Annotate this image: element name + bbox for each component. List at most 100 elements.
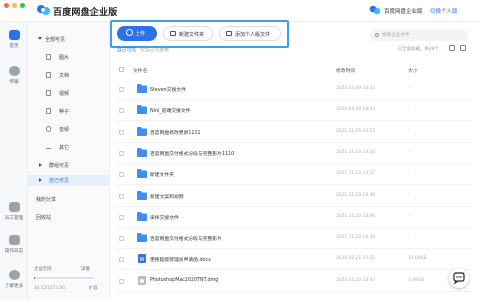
switch-personal-link[interactable]: 切换个人版 [430, 7, 458, 15]
quota-detail-link[interactable]: 详情 [81, 266, 90, 272]
upload-button[interactable]: 上传 [117, 26, 157, 41]
table-row[interactable]: 采样交接文件 2021.11.20 16:46 - [117, 207, 472, 228]
maximize-window-button[interactable] [20, 3, 25, 8]
row-checkbox[interactable] [119, 257, 124, 263]
table-row[interactable]: 百度网盘交付格式分段与完整影片 2021.11.20 16:46 - [117, 228, 472, 250]
left-rail: 首页 传输 员工管理 操作日志 了解更多 [0, 22, 28, 300]
chevron-right-icon [39, 178, 42, 182]
upload-icon [126, 29, 133, 36]
image-icon [46, 54, 51, 60]
row-checkbox[interactable] [119, 278, 124, 284]
file-modified-date: 2021.11.20 16:46 [336, 235, 376, 241]
table-row[interactable]: 新建文案和视频 2021.11.20 16:46 - [117, 186, 472, 207]
file-name[interactable]: 采样交接文件 [150, 214, 179, 221]
sidebar-item-other[interactable]: 其它 [28, 142, 110, 153]
rail-item-home[interactable]: 首页 [0, 30, 28, 49]
new-folder-button[interactable]: 新建文件夹 [163, 26, 213, 41]
folder-icon [137, 126, 147, 136]
table-row[interactable]: Steven交接文件 2020.03.09 16:33 - [117, 79, 472, 100]
table-row[interactable]: PhotoshopMac2020TNT.dmg 2020.01.20 16:47 1… [117, 271, 472, 292]
row-checkbox[interactable] [119, 87, 124, 92]
title-bar: 百度网盘企业版 百度网盘企业版 切换个人版 [0, 0, 480, 22]
sidebar-item-torrents[interactable]: 种子 [28, 106, 110, 117]
expand-capacity-link[interactable]: 扩容 [89, 285, 97, 291]
file-name[interactable]: 百度网盘交付格式分段与完整影片 [150, 235, 222, 242]
row-checkbox[interactable] [119, 129, 124, 135]
row-checkbox[interactable] [119, 214, 124, 220]
file-size: 1.99GB [408, 277, 425, 283]
org-logo-icon [369, 5, 381, 15]
table-row[interactable]: 新建文件夹 2021.11.10 14:57 - [117, 164, 472, 186]
quota-progress-fill [34, 277, 36, 279]
breadcrumb-note: 仅自己可查看 [140, 48, 169, 53]
file-name[interactable]: 百度网盘修改更新1111 [150, 129, 201, 136]
sidebar-item-recycle[interactable]: 回收站 [28, 212, 110, 223]
transfer-icon [8, 66, 20, 76]
sort-icon[interactable] [449, 45, 455, 51]
word-document-icon: W [138, 254, 146, 264]
sidebar-item-audio[interactable]: 音频 [28, 124, 110, 135]
file-size: - [408, 107, 410, 113]
sidebar-item-label: 视频 [59, 91, 70, 97]
sidebar-item-label: 我的分享 [36, 197, 57, 203]
log-icon [8, 235, 20, 245]
torrent-icon [46, 108, 51, 114]
file-modified-date: 2021.11.20 16:46 [336, 192, 376, 198]
file-name[interactable]: PhotoshopMac2020TNT.dmg [150, 278, 218, 283]
folder-icon [137, 147, 147, 157]
sidebar-item-self[interactable]: 自己可见 [28, 175, 110, 186]
row-checkbox[interactable] [119, 172, 124, 178]
column-header-name[interactable]: 文件名 [133, 67, 147, 74]
sidebar-item-videos[interactable]: 视频 [28, 88, 110, 99]
sidebar-item-images[interactable]: 图片 [28, 52, 110, 63]
rail-item-staff[interactable]: 员工管理 [0, 202, 28, 221]
loaded-count: 已全部加载，共29个 [398, 47, 439, 52]
file-modified-date: 2020.01.20 16:47 [336, 277, 376, 283]
file-name[interactable]: Nini_前端交接文件 [150, 107, 190, 114]
table-row[interactable]: W 更换超级管理员申请函.docx 2020.02.21 15:52 12.64KB [117, 249, 472, 271]
search-box[interactable] [370, 30, 468, 41]
table-row[interactable]: 百度网盘交付格式分段与完整影片1110 2021.11.10 14:56 - [117, 143, 472, 164]
column-header-size[interactable]: 大小 [408, 67, 418, 74]
grid-view-icon[interactable] [460, 45, 466, 51]
file-modified-date: 2020.03.09 16:33 [336, 86, 376, 91]
file-size: - [408, 86, 410, 91]
sidebar-item-share[interactable]: 我的分享 [28, 194, 110, 205]
table-row[interactable]: 百度网盘修改更新1111 2021.11.05 10:53 - [117, 122, 472, 143]
file-name[interactable]: Steven交接文件 [150, 86, 186, 93]
row-checkbox[interactable] [119, 150, 124, 156]
rail-item-log[interactable]: 操作日志 [0, 235, 28, 254]
sidebar-item-label: 图片 [59, 55, 70, 61]
breadcrumb-current[interactable]: 自己可见 [117, 48, 136, 53]
rail-item-transfer[interactable]: 传输 [0, 66, 28, 85]
rail-item-label: 操作日志 [4, 249, 24, 254]
sidebar-item-label: 文档 [59, 73, 70, 79]
sidebar-item-docs[interactable]: 文档 [28, 70, 110, 81]
row-checkbox[interactable] [119, 236, 124, 242]
close-window-button[interactable] [4, 3, 9, 8]
select-all-checkbox[interactable] [119, 67, 124, 72]
minimize-window-button[interactable] [12, 3, 17, 8]
org-name: 百度网盘企业版 [384, 9, 423, 15]
add-personal-files-button[interactable]: 添加个人版文件 [219, 26, 281, 41]
row-checkbox[interactable] [119, 108, 124, 114]
file-name[interactable]: 新建文件夹 [150, 171, 174, 178]
sidebar-item-all[interactable]: 全部可见 [28, 34, 110, 45]
file-modified-date: 2020.02.21 15:52 [336, 256, 376, 262]
column-header-date[interactable]: 修改时间 [336, 67, 355, 74]
chevron-down-icon [38, 37, 42, 40]
row-checkbox[interactable] [119, 193, 124, 199]
file-name[interactable]: 百度网盘交付格式分段与完整影片1110 [150, 150, 234, 157]
baidu-netdisk-logo-icon [37, 5, 50, 15]
rail-item-more[interactable]: 了解更多 [0, 270, 28, 289]
file-name[interactable]: 新建文案和视频 [150, 193, 184, 200]
sidebar-item-group[interactable]: 群组可见 [28, 160, 110, 171]
folder-icon [137, 190, 147, 200]
search-input[interactable] [382, 31, 462, 40]
file-modified-date: 2020.03.09 16:33 [336, 107, 376, 113]
table-row[interactable]: Nini_前端交接文件 2020.03.09 16:33 - [117, 100, 472, 122]
headphones-icon [46, 126, 51, 132]
file-name[interactable]: 更换超级管理员申请函.docx [150, 256, 211, 263]
chat-support-button[interactable] [449, 268, 469, 288]
search-icon [375, 33, 379, 37]
